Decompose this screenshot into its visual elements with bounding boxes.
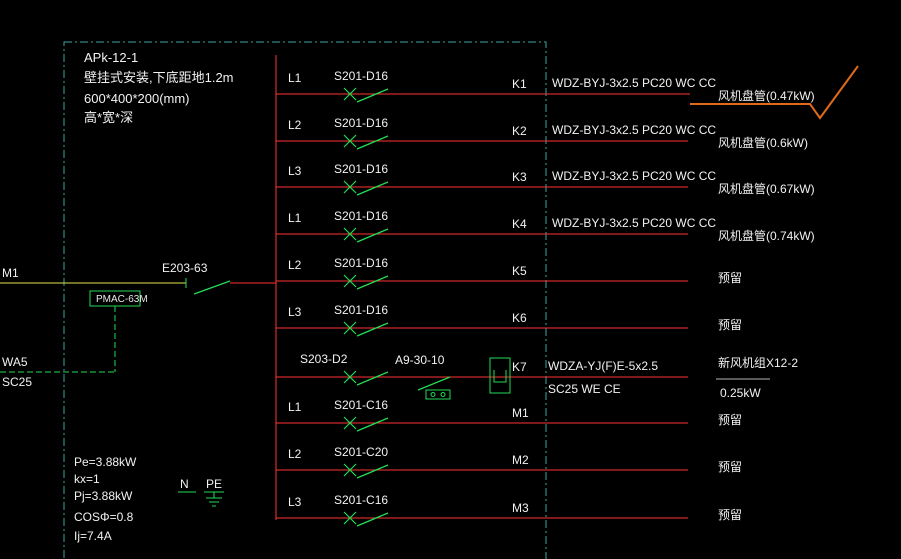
phase-label: L1	[288, 400, 302, 414]
k7-coil-terminal-right	[440, 392, 446, 397]
load-description: 风机盘管(0.47kW)	[718, 88, 815, 103]
k7-power: 0.25kW	[720, 386, 761, 400]
phase-label: L2	[288, 258, 302, 272]
circuit-id: M1	[512, 406, 529, 420]
circuit-id: K7	[512, 360, 527, 374]
breaker-label: S203-D2	[300, 352, 348, 366]
circuit-id: K3	[512, 170, 527, 184]
schematic-drawing: APk-12-1 壁挂式安装,下底距地1.2m 600*400*200(mm) …	[0, 41, 859, 559]
cable-spec: WDZ-BYJ-3x2.5 PC20 WC CC	[552, 123, 716, 137]
summary-pj: Pj=3.88kW	[74, 489, 133, 503]
breaker-switch-blade	[356, 322, 389, 337]
breaker-switch-blade	[356, 275, 389, 290]
cable-spec: WDZA-YJ(F)E-5x2.5	[548, 359, 658, 373]
circuit-rows: L1 S201-D16K1 WDZ-BYJ-3x2.5 PC20 WC CC风机盘管…	[276, 69, 815, 527]
pe-label: PE	[206, 477, 222, 491]
load-description: 风机盘管(0.74kW)	[718, 228, 815, 243]
breaker-switch-blade	[356, 181, 389, 196]
summary-pe: Pe=3.88kW	[74, 455, 137, 469]
load-description: 风机盘管(0.67kW)	[718, 181, 815, 196]
breaker-label: S201-D16	[334, 303, 388, 317]
circuit-id: K2	[512, 124, 527, 138]
phase-label: L2	[288, 118, 302, 132]
breaker-switch-blade	[356, 371, 389, 386]
cable-spec: WDZ-BYJ-3x2.5 PC20 WC CC	[552, 76, 716, 90]
load-description: 新风机组X12-2	[718, 355, 798, 370]
panel-name: APk-12-1	[84, 50, 138, 65]
breaker-switch-blade	[356, 417, 389, 432]
breaker-label: S201-C20	[334, 445, 388, 459]
breaker-label: S201-D16	[334, 116, 388, 130]
breaker-switch-blade	[356, 228, 389, 243]
load-description: 预留	[718, 460, 742, 474]
cad-canvas: APk-12-1 壁挂式安装,下底距地1.2m 600*400*200(mm) …	[0, 0, 901, 559]
breaker-switch-blade	[356, 88, 389, 103]
load-description: 预留	[718, 318, 742, 332]
main-breaker-switch	[193, 280, 231, 295]
k7-contactor-switch	[417, 376, 451, 391]
circuit-id: K6	[512, 311, 527, 325]
sc-label: SC25	[2, 375, 32, 389]
panel-install-note: 壁挂式安装,下底距地1.2m	[84, 70, 234, 85]
neutral-label: N	[180, 477, 189, 491]
k7-thermal-relay	[489, 357, 511, 394]
k7-cable-route: SC25 WE CE	[548, 382, 621, 396]
phase-label: L3	[288, 495, 302, 509]
breaker-label: S201-D16	[334, 69, 388, 83]
phase-label: L2	[288, 447, 302, 461]
cable-spec: WDZ-BYJ-3x2.5 PC20 WC CC	[552, 216, 716, 230]
breaker-switch-blade	[356, 512, 389, 527]
load-description: 预留	[718, 271, 742, 285]
main-breaker-label: E203-63	[162, 261, 208, 275]
circuit-id: K5	[512, 264, 527, 278]
breaker-label: S201-D16	[334, 209, 388, 223]
summary-ij: Ij=7.4A	[74, 529, 112, 543]
k7-contactor-label: A9-30-10	[395, 353, 445, 367]
breaker-switch-blade	[356, 135, 389, 150]
circuit-id: M2	[512, 453, 529, 467]
circuit-id: K4	[512, 217, 527, 231]
panel-size: 600*400*200(mm)	[84, 91, 190, 106]
cable-spec: WDZ-BYJ-3x2.5 PC20 WC CC	[552, 169, 716, 183]
circuit-id: K1	[512, 77, 527, 91]
load-description: 预留	[718, 508, 742, 522]
breaker-label: S201-C16	[334, 493, 388, 507]
load-description: 预留	[718, 413, 742, 427]
phase-label: L3	[288, 164, 302, 178]
incoming-feeder-label: M1	[2, 266, 19, 280]
breaker-label: S201-C16	[334, 398, 388, 412]
phase-label: L1	[288, 211, 302, 225]
breaker-label: S201-D16	[334, 162, 388, 176]
breaker-label: S201-D16	[334, 256, 388, 270]
wa-label: WA5	[2, 355, 28, 369]
summary-kx: kx=1	[74, 472, 100, 486]
panel-size-note: 高*宽*深	[84, 110, 133, 125]
load-description: 风机盘管(0.6kW)	[718, 135, 808, 150]
breaker-switch-blade	[356, 464, 389, 479]
phase-label: L3	[288, 305, 302, 319]
phase-label: L1	[288, 71, 302, 85]
k7-relay-element	[493, 370, 507, 383]
summary-cos: COSΦ=0.8	[74, 510, 134, 524]
circuit-id: M3	[512, 501, 529, 515]
k7-coil-terminal-left	[430, 392, 436, 397]
k7-contactor-coil	[425, 389, 451, 400]
meter-label: PMAC-63M	[96, 294, 148, 305]
